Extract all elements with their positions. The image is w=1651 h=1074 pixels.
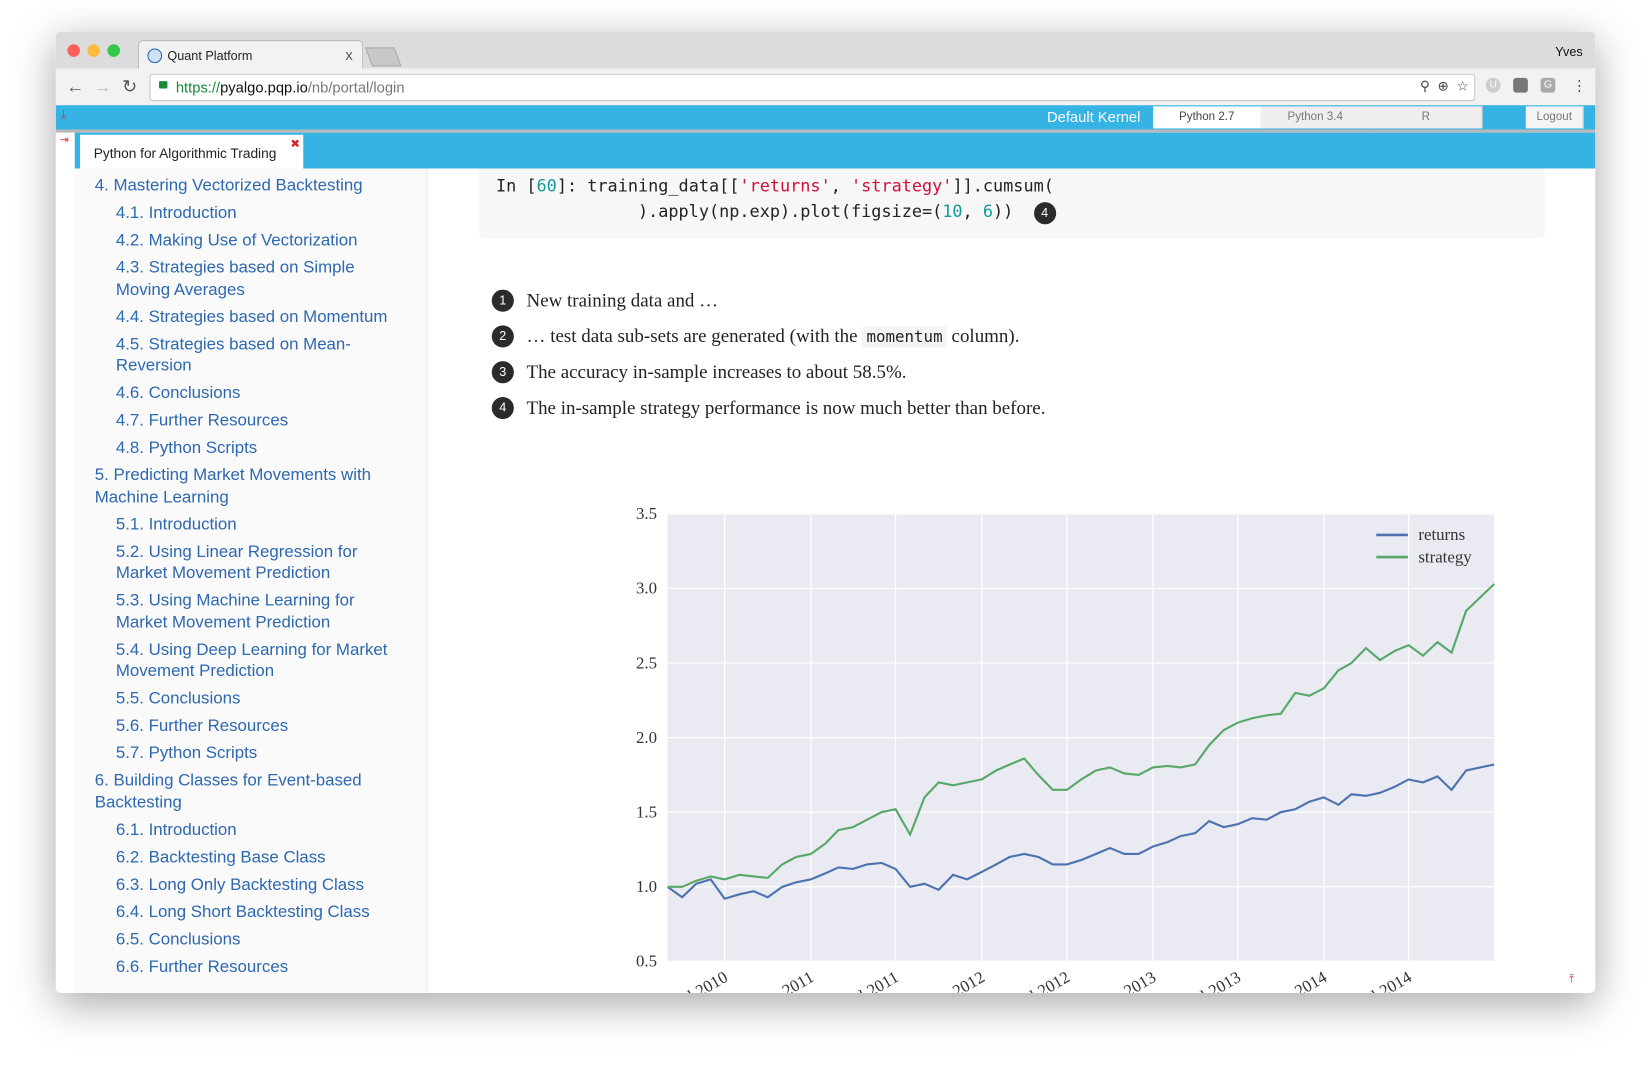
minimize-window-button[interactable] [87, 44, 101, 57]
code-line-1: In [60]: training_data[['returns', 'stra… [495, 175, 1054, 196]
y-tick-label: 2.5 [636, 653, 657, 672]
extension-icon[interactable] [1513, 77, 1528, 93]
x-tick-label: Jan 2011 [756, 967, 817, 993]
y-tick-label: 3.0 [636, 579, 657, 598]
legend-label-returns: returns [1418, 525, 1465, 544]
code-cell[interactable]: In [60]: training_data[['returns', 'stra… [479, 168, 1545, 238]
toc-item[interactable]: 6.6. Further Resources [95, 957, 411, 979]
legend-label-strategy: strategy [1418, 547, 1472, 566]
scroll-to-top-icon[interactable]: ⤒ [1569, 973, 1574, 987]
callout-1: 1 New training data and … [491, 289, 718, 312]
zoom-icon[interactable]: ⊕ [1437, 78, 1448, 95]
notebook-content: In [60]: training_data[['returns', 'stra… [426, 168, 1595, 993]
profile-name[interactable]: Yves [1555, 44, 1582, 59]
maximize-window-button[interactable] [107, 44, 121, 57]
close-tab-icon[interactable]: x [345, 46, 352, 63]
left-gutter: ⇥ [55, 132, 76, 993]
browser-window: Quant Platform x Yves ← → ↻ https://pyal… [55, 31, 1596, 993]
notebook-tab-strip: Python for Algorithmic Trading ✖ [74, 132, 1596, 169]
callout-badge: 4 [1033, 202, 1056, 225]
toc-item[interactable]: 6.5. Conclusions [95, 929, 411, 951]
close-notebook-icon[interactable]: ✖ [290, 137, 300, 151]
expand-sidebar-icon[interactable]: ⇥ [60, 135, 69, 147]
toc-item[interactable]: 4.7. Further Resources [95, 411, 411, 433]
toc-item[interactable]: 5.6. Further Resources [95, 716, 411, 738]
bookmark-star-icon[interactable]: ☆ [1457, 78, 1469, 95]
toc-item[interactable]: 6.2. Backtesting Base Class [95, 847, 411, 869]
y-tick-label: 2.0 [636, 728, 657, 747]
toc-item[interactable]: 5.7. Python Scripts [95, 743, 411, 765]
url-bar[interactable]: https://pyalgo.pqp.io/nb/portal/login ⚲ … [149, 73, 1476, 102]
x-tick-label: Jul 2014 [1355, 967, 1415, 993]
kernel-bar: ⤓ Default Kernel Python 2.7 Python 3.4 R… [55, 105, 1596, 130]
reload-icon[interactable]: ↻ [122, 77, 137, 98]
notebook-tab[interactable]: Python for Algorithmic Trading ✖ [80, 134, 304, 169]
toc-item[interactable]: 6.3. Long Only Backtesting Class [95, 875, 411, 897]
y-tick-label: 1.0 [636, 877, 657, 896]
toc-item[interactable]: 4.1. Introduction [95, 203, 411, 225]
table-of-contents: 4. Mastering Vectorized Backtesting 4.1. … [95, 176, 411, 984]
kernel-python34-button[interactable]: Python 3.4 [1260, 106, 1372, 129]
toc-item[interactable]: 5.5. Conclusions [95, 689, 411, 711]
x-tick-label: Jul 2012 [1014, 967, 1073, 993]
y-tick-label: 1.5 [636, 802, 657, 821]
site-favicon-icon [147, 48, 163, 64]
download-icon[interactable]: ⤓ [61, 108, 66, 122]
forward-arrow-icon[interactable]: → [94, 77, 112, 98]
logout-button[interactable]: Logout [1525, 106, 1584, 129]
url-host: pyalgo.pqp.io [220, 78, 308, 96]
browser-tab-title: Quant Platform [167, 48, 253, 64]
toc-item[interactable]: 5.4. Using Deep Learning for Market Move… [95, 640, 411, 683]
lock-icon [159, 81, 168, 89]
toc-item[interactable]: 6.4. Long Short Backtesting Class [95, 902, 411, 924]
menu-kebab-icon[interactable]: ⋮ [1572, 77, 1587, 95]
cumulative-returns-chart: 0.5 1.0 1.5 2.0 2.5 3.0 3.5 Jul 2010 Jan 2011 Jul… [636, 504, 1495, 993]
toc-sidebar: 4. Mastering Vectorized Backtesting 4.1. … [74, 168, 428, 993]
extension-g-icon[interactable]: G [1540, 77, 1556, 93]
new-tab-button[interactable] [365, 47, 402, 67]
toc-item[interactable]: 4.5. Strategies based on Mean-Reversion [95, 334, 411, 377]
x-tick-label: Jan 2014 [1268, 967, 1330, 993]
toc-item[interactable]: 5.3. Using Machine Learning for Market M… [95, 591, 411, 634]
browser-tab-bar: Quant Platform x Yves [55, 31, 1596, 71]
kernel-r-button[interactable]: R [1369, 106, 1483, 129]
browser-tab[interactable]: Quant Platform x [137, 40, 364, 71]
callout-4: 4 The in-sample strategy performance is n… [491, 396, 1045, 420]
x-tick-label: Jan 2012 [926, 967, 988, 993]
close-window-button[interactable] [67, 44, 81, 57]
kernel-label: Default Kernel [1046, 108, 1141, 126]
toc-item[interactable]: 6.1. Introduction [95, 820, 411, 842]
notebook-tab-title: Python for Algorithmic Trading [93, 145, 277, 162]
toc-item[interactable]: 4.4. Strategies based on Momentum [95, 307, 411, 329]
toc-item[interactable]: 4.6. Conclusions [95, 383, 411, 405]
extension-u-icon[interactable]: U [1485, 77, 1501, 93]
callout-2: 2… test data sub-sets are generated (wit… [491, 325, 1019, 348]
toc-item[interactable]: 5. Predicting Market Movements with Mach… [95, 465, 411, 508]
toc-item[interactable]: 4.2. Making Use of Vectorization [95, 231, 411, 253]
x-tick-label: Jul 2010 [672, 967, 731, 993]
url-path: /nb/portal/login [307, 78, 405, 96]
x-tick-label: Jan 2013 [1097, 967, 1159, 993]
y-tick-label: 3.5 [636, 504, 657, 523]
x-tick-label: Jul 2011 [843, 967, 902, 993]
toc-item[interactable]: 4. Mastering Vectorized Backtesting [95, 176, 411, 198]
address-toolbar: ← → ↻ https://pyalgo.pqp.io/nb/portal/lo… [55, 68, 1596, 107]
y-tick-label: 0.5 [636, 952, 657, 971]
toc-item[interactable]: 4.3. Strategies based on Simple Moving A… [95, 258, 411, 301]
kernel-python27-button[interactable]: Python 2.7 [1153, 106, 1262, 129]
toc-item[interactable]: 5.2. Using Linear Regression for Market … [95, 542, 411, 585]
x-tick-label: Jul 2013 [1185, 967, 1244, 993]
toc-item[interactable]: 4.8. Python Scripts [95, 438, 411, 460]
key-icon[interactable]: ⚲ [1420, 78, 1430, 95]
toc-item[interactable]: 6. Building Classes for Event-based Back… [95, 771, 411, 814]
code-line-2: ).apply(np.exp).plot(figsize=(10, 6)) 4 [496, 201, 1056, 225]
toc-item[interactable]: 5.1. Introduction [95, 514, 411, 536]
url-scheme: https:// [175, 78, 221, 96]
callout-3: 3 The accuracy in-sample increases to abo… [491, 361, 906, 384]
back-arrow-icon[interactable]: ← [66, 77, 84, 98]
